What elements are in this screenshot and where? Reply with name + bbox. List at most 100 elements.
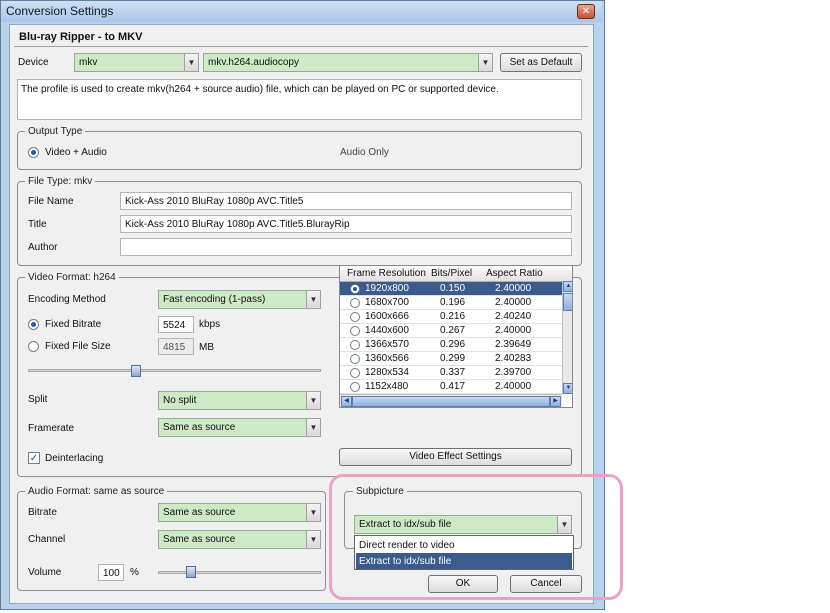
table-header: Frame Resolution Bits/Pixel Aspect Ratio	[340, 266, 572, 282]
row-radio[interactable]	[350, 368, 360, 378]
profile-description: The profile is used to create mkv(h264 +…	[17, 79, 582, 120]
fixed-file-size-input[interactable]: 4815	[158, 338, 194, 355]
fixed-bitrate-input[interactable]: 5524	[158, 316, 194, 333]
row-radio[interactable]	[350, 382, 360, 392]
chevron-down-icon: ▼	[481, 58, 490, 67]
title-label: Title	[28, 219, 47, 230]
scroll-right-arrow[interactable]: ▶	[550, 396, 561, 407]
checkmark-icon: ✓	[29, 453, 39, 464]
close-button[interactable]: ✕	[577, 4, 595, 19]
fixed-bitrate-radio[interactable]	[28, 319, 39, 330]
deinterlacing-label[interactable]: Deinterlacing	[45, 453, 103, 464]
channel-select[interactable]: Same as source	[158, 530, 307, 549]
video-audio-label[interactable]: Video + Audio	[45, 147, 107, 158]
table-vertical-scrollbar[interactable]: ▲ ▼	[562, 281, 572, 394]
chevron-down-icon: ▼	[309, 508, 318, 517]
volume-slider-track[interactable]	[158, 571, 321, 574]
column-header-aspect-ratio[interactable]: Aspect Ratio	[486, 268, 543, 279]
audio-bitrate-label: Bitrate	[28, 507, 57, 518]
chevron-down-icon: ▼	[565, 385, 572, 391]
row-radio[interactable]	[350, 326, 360, 336]
scroll-left-arrow[interactable]: ◀	[341, 396, 352, 407]
horizontal-scroll-thumb[interactable]	[352, 396, 550, 407]
vertical-scroll-thumb[interactable]	[563, 293, 572, 311]
table-horizontal-scrollbar[interactable]: ◀ ▶	[340, 394, 562, 407]
table-row[interactable]: 1600x666 0.216 2.40240	[340, 310, 562, 324]
table-row[interactable]: 1366x570 0.296 2.39649	[340, 338, 562, 352]
set-as-default-button[interactable]: Set as Default	[500, 53, 582, 72]
volume-label: Volume	[28, 567, 62, 578]
split-dropdown-arrow[interactable]: ▼	[306, 391, 321, 410]
audio-only-label[interactable]: Audio Only	[340, 147, 389, 158]
header-divider	[14, 46, 588, 47]
close-icon: ✕	[581, 6, 591, 17]
percent-unit: %	[130, 567, 139, 578]
row-radio[interactable]	[350, 284, 360, 294]
chevron-down-icon: ▼	[309, 535, 318, 544]
split-select[interactable]: No split	[158, 391, 307, 410]
window-title: Conversion Settings	[6, 4, 114, 18]
audio-format-legend: Audio Format: same as source	[25, 486, 168, 497]
file-type-legend: File Type: mkv	[25, 176, 96, 187]
fixed-file-size-radio[interactable]	[28, 341, 39, 352]
framerate-select[interactable]: Same as source	[158, 418, 307, 437]
author-label: Author	[28, 242, 58, 253]
video-effect-settings-button[interactable]: Video Effect Settings	[339, 448, 572, 466]
volume-slider-thumb[interactable]	[186, 566, 196, 578]
kbps-unit: kbps	[199, 319, 221, 330]
fixed-bitrate-label[interactable]: Fixed Bitrate	[45, 319, 101, 330]
fixed-file-size-label[interactable]: Fixed File Size	[45, 341, 111, 352]
video-format-legend: Video Format: h264	[25, 272, 119, 283]
column-header-frame-resolution[interactable]: Frame Resolution	[347, 268, 426, 279]
volume-input[interactable]: 100	[98, 564, 124, 581]
output-type-legend: Output Type	[25, 126, 86, 137]
annotation-highlight	[329, 474, 623, 600]
row-radio[interactable]	[350, 354, 360, 364]
profile-header: Blu-ray Ripper - to MKV	[19, 31, 143, 43]
audio-bitrate-dropdown-arrow[interactable]: ▼	[306, 503, 321, 522]
row-radio[interactable]	[350, 340, 360, 350]
chevron-down-icon: ▼	[187, 58, 196, 67]
chevron-up-icon: ▲	[565, 283, 572, 289]
file-name-label: File Name	[28, 196, 74, 207]
audio-bitrate-select[interactable]: Same as source	[158, 503, 307, 522]
mb-unit: MB	[199, 342, 214, 353]
encoding-method-select[interactable]: Fast encoding (1-pass)	[158, 290, 307, 309]
author-input[interactable]	[120, 238, 572, 256]
encoding-method-label: Encoding Method	[28, 294, 106, 305]
row-radio[interactable]	[350, 298, 360, 308]
chevron-down-icon: ▼	[309, 396, 318, 405]
title-input[interactable]: Kick-Ass 2010 BluRay 1080p AVC.Title5.Bl…	[120, 215, 572, 233]
frame-resolution-table[interactable]: Frame Resolution Bits/Pixel Aspect Ratio…	[339, 265, 573, 408]
split-label: Split	[28, 394, 48, 405]
table-row[interactable]: 1360x566 0.299 2.40283	[340, 352, 562, 366]
profile-select[interactable]: mkv.h264.audiocopy	[203, 53, 479, 72]
deinterlacing-checkbox[interactable]: ✓	[28, 452, 40, 464]
framerate-dropdown-arrow[interactable]: ▼	[306, 418, 321, 437]
encoding-dropdown-arrow[interactable]: ▼	[306, 290, 321, 309]
table-row[interactable]: 1680x700 0.196 2.40000	[340, 296, 562, 310]
channel-dropdown-arrow[interactable]: ▼	[306, 530, 321, 549]
chevron-down-icon: ▼	[309, 423, 318, 432]
chevron-down-icon: ▼	[309, 295, 318, 304]
size-slider-thumb[interactable]	[131, 365, 141, 377]
table-row[interactable]: 1440x600 0.267 2.40000	[340, 324, 562, 338]
table-row[interactable]: 1920x800 0.150 2.40000	[340, 282, 562, 296]
chevron-left-icon: ◀	[344, 398, 349, 404]
channel-label: Channel	[28, 534, 66, 545]
video-audio-radio[interactable]	[28, 147, 39, 158]
scroll-down-arrow[interactable]: ▼	[563, 383, 572, 394]
column-header-bits-pixel[interactable]: Bits/Pixel	[431, 268, 472, 279]
chevron-right-icon: ▶	[553, 398, 558, 404]
device-dropdown-arrow[interactable]: ▼	[184, 53, 199, 72]
device-label: Device	[18, 57, 49, 68]
scroll-up-arrow[interactable]: ▲	[563, 281, 572, 292]
table-row[interactable]: 1152x480 0.417 2.40000	[340, 380, 562, 394]
device-select[interactable]: mkv	[74, 53, 185, 72]
framerate-label: Framerate	[28, 423, 75, 434]
row-radio[interactable]	[350, 312, 360, 322]
file-name-input[interactable]: Kick-Ass 2010 BluRay 1080p AVC.Title5	[120, 192, 572, 210]
table-row[interactable]: 1280x534 0.337 2.39700	[340, 366, 562, 380]
size-slider-track[interactable]	[28, 369, 321, 372]
profile-dropdown-arrow[interactable]: ▼	[478, 53, 493, 72]
